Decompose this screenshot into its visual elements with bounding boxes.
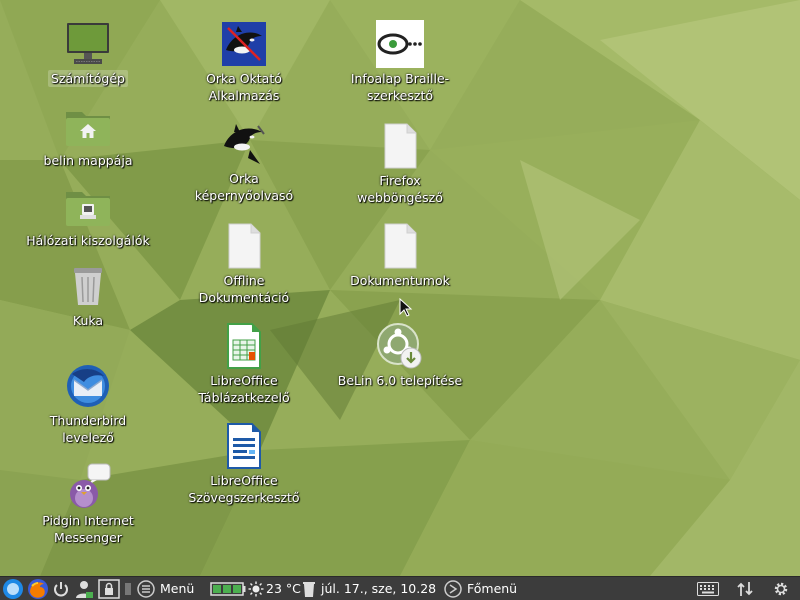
menu-icon	[137, 580, 155, 598]
desktop-icon-writer[interactable]: LibreOffice Szövegszerkesztő	[179, 422, 309, 506]
shutdown-button[interactable]	[52, 577, 70, 600]
desktop-icon-offline-docs[interactable]: Offline Dokumentáció	[179, 222, 309, 306]
desktop-icon-orca-tutorial-label: Orka Oktató Alkalmazás	[206, 71, 282, 103]
user-icon	[76, 581, 93, 598]
main-menu-label: Főmenü	[467, 581, 518, 596]
battery-indicator[interactable]	[210, 577, 246, 600]
desktop-icon-trash-label: Kuka	[72, 313, 104, 328]
document-icon	[228, 223, 261, 269]
weather-indicator[interactable]: 23 °C	[248, 577, 301, 600]
clock-indicator[interactable]: júl. 17., sze, 10.28	[302, 577, 436, 600]
sun-icon	[248, 581, 264, 597]
desktop-icon-documents[interactable]: Dokumentumok	[335, 222, 465, 289]
firefox-icon	[28, 579, 48, 599]
desktop-icon-computer[interactable]: Számítógép	[23, 20, 153, 87]
network-transfer-icon	[737, 582, 753, 596]
document-icon	[384, 123, 417, 169]
gear-icon	[774, 582, 788, 596]
desktop-icon-computer-label: Számítógép	[48, 70, 128, 87]
desktop-icon-home-folder-label: belin mappája	[43, 153, 133, 168]
keyboard-icon	[697, 582, 719, 596]
desktop-icon-orca-tutorial[interactable]: Orka Oktató Alkalmazás	[179, 20, 309, 104]
show-desktop-button[interactable]	[2, 577, 24, 600]
menu-button-label: Menü	[160, 581, 195, 596]
show-desktop-icon	[3, 579, 23, 599]
spreadsheet-icon	[227, 323, 261, 369]
desktop-icon-home-folder[interactable]: belin mappája	[23, 102, 153, 169]
desktop-icon-firefox-label: Firefox webböngésző	[357, 173, 443, 205]
orca-tutorial-icon	[222, 22, 266, 66]
desktop-icon-installer[interactable]: BeLin 6.0 telepítése	[335, 322, 465, 389]
desktop-icon-network[interactable]: Hálózati kiszolgálók	[23, 182, 153, 249]
desktop-icon-trash[interactable]: Kuka	[23, 262, 153, 329]
desktop-icon-firefox[interactable]: Firefox webböngésző	[335, 122, 465, 206]
desktop-icon-network-label: Hálózati kiszolgálók	[26, 233, 150, 248]
desktop-icon-pidgin[interactable]: Pidgin Internet Messenger	[23, 462, 153, 546]
document-icon	[384, 223, 417, 269]
lock-screen-button[interactable]	[98, 577, 120, 600]
desktop-icon-thunderbird[interactable]: Thunderbird levelező	[23, 362, 153, 446]
desktop-icon-calc[interactable]: LibreOffice Táblázatkezelő	[179, 322, 309, 406]
unknown-tray-button[interactable]	[122, 577, 134, 600]
desktop-icon-orca-reader[interactable]: Orka képernyőolvasó	[179, 120, 309, 204]
text-document-icon	[227, 423, 261, 469]
desktop-icon-calc-label: LibreOffice Táblázatkezelő	[198, 373, 290, 405]
desktop-icon-writer-label: LibreOffice Szövegszerkesztő	[188, 473, 300, 505]
desktop-icon-documents-label: Dokumentumok	[350, 273, 450, 288]
trash-tray-icon	[303, 582, 315, 597]
desktop-icon-offline-docs-label: Offline Dokumentáció	[198, 273, 290, 305]
temperature-label: 23 °C	[266, 581, 301, 596]
desktop[interactable]: Számítógép belin mappája Hálózati kiszol…	[0, 0, 800, 576]
battery-icon	[210, 582, 246, 596]
thunderbird-icon	[67, 365, 109, 407]
desktop-icon-thunderbird-label: Thunderbird levelező	[49, 413, 127, 445]
taskbar: Menü 23 °C júl. 17., sze, 10.28 Főmenü	[0, 576, 800, 600]
network-indicator[interactable]	[736, 577, 754, 600]
mouse-pointer-icon	[399, 298, 413, 317]
main-menu-button[interactable]: Főmenü	[444, 577, 517, 600]
desktop-icon-braille[interactable]: Infoalap Braille-szerkesztő	[335, 20, 465, 104]
computer-icon	[67, 23, 109, 64]
desktop-icon-orca-reader-label: Orka képernyőolvasó	[194, 171, 294, 203]
lock-icon	[98, 579, 120, 599]
power-icon	[54, 582, 68, 597]
menu-button[interactable]: Menü	[137, 577, 194, 600]
desktop-icon-installer-label: BeLin 6.0 telepítése	[337, 373, 463, 388]
network-folder-icon	[66, 192, 110, 226]
braille-editor-icon	[376, 20, 424, 68]
trash-icon	[74, 268, 102, 305]
desktop-icon-pidgin-label: Pidgin Internet Messenger	[42, 513, 134, 545]
settings-indicator[interactable]	[772, 577, 790, 600]
firefox-launcher[interactable]	[27, 577, 49, 600]
installer-icon	[377, 323, 422, 369]
pidgin-icon	[70, 463, 111, 508]
keyboard-indicator[interactable]	[697, 577, 719, 600]
clock-label: júl. 17., sze, 10.28	[321, 581, 437, 596]
orca-icon	[224, 124, 265, 164]
home-folder-icon	[66, 112, 110, 146]
tray-indicator-icon	[125, 583, 131, 595]
desktop-icon-braille-label: Infoalap Braille-szerkesztő	[350, 71, 450, 103]
user-switch-button[interactable]	[74, 577, 94, 600]
main-menu-icon	[444, 580, 462, 598]
